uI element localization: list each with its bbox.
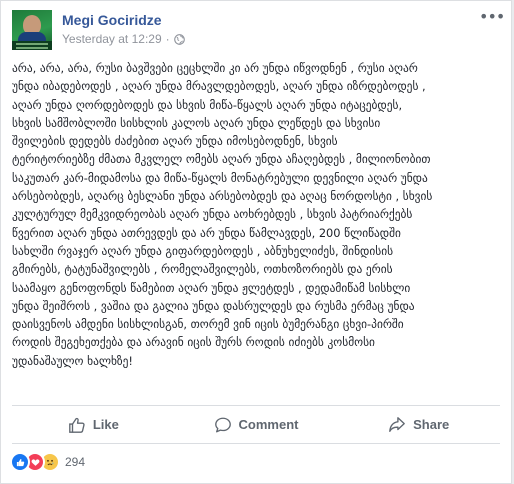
share-button[interactable]: Share bbox=[337, 406, 500, 443]
post-line: არა, არა, არა, რუსი ბავშვები ცეცხლში კი … bbox=[12, 61, 418, 75]
post-line: როდის შეგეხეთქება და არავინ იცის შურს რო… bbox=[12, 335, 375, 350]
reactions-summary[interactable]: 294 bbox=[10, 452, 85, 472]
post-line: სხვის სამშობლოში სისხლის კალოს აღარ უნდა… bbox=[12, 115, 381, 130]
post-line: გმირებს, ტატუნაშვილებს , რომელაშვილებს, … bbox=[12, 262, 393, 277]
post-line: არსებობდეს, აღარც ბესლანი უნდა არსებობდე… bbox=[12, 189, 433, 204]
reaction-count[interactable]: 294 bbox=[65, 455, 85, 469]
post-meta: Yesterday at 12:29 · bbox=[62, 32, 185, 46]
post-line: უნდა იბადებოდეს , აღარ უნდა მრავლდებოდეს… bbox=[12, 79, 426, 94]
share-label: Share bbox=[413, 417, 450, 432]
post-timestamp[interactable]: Yesterday at 12:29 bbox=[62, 32, 162, 46]
post-header: Megi Gociridze Yesterday at 12:29 · ••• bbox=[12, 9, 505, 54]
globe-icon[interactable] bbox=[173, 33, 185, 45]
comment-button[interactable]: Comment bbox=[175, 406, 338, 443]
post-line: წვერით აღარ უნდა ათრევდეს და არ უნდა წამ… bbox=[12, 225, 401, 240]
more-options-icon[interactable]: ••• bbox=[479, 9, 505, 28]
share-arrow-icon bbox=[389, 416, 405, 432]
post-body: არა, არა, არა, რუსი ბავშვები ცეცხლში კი … bbox=[12, 59, 504, 370]
post-line: შვილების დედებს ძაძებით აღარ უნდა იმოსებ… bbox=[12, 134, 338, 149]
post-line: ტერიტორიებზე ძმათა მკვლელ ომებს აღარ უნდ… bbox=[12, 152, 431, 167]
post-actions: Like Comment Share bbox=[12, 405, 500, 444]
like-label: Like bbox=[92, 417, 119, 432]
post-line: აღარ უნდა ღორდებოდეს და სხვის მიწა-წყალს… bbox=[12, 97, 403, 112]
post-line: საამაყო გენოფონდს წამებით აღარ უნდა ჟლეტ… bbox=[12, 280, 411, 295]
like-button[interactable]: Like bbox=[12, 406, 175, 443]
post-line: უნდა შეიშროს , ვაშია და გალია უნდა დასრუ… bbox=[12, 298, 415, 313]
post-card: Megi Gociridze Yesterday at 12:29 · ••• … bbox=[0, 0, 512, 484]
avatar-banner bbox=[12, 41, 52, 50]
author-name[interactable]: Megi Gociridze bbox=[62, 12, 162, 28]
post-line: სახლში რვაჯერ აღარ უნდა გიფარდებოდეს , ა… bbox=[12, 243, 394, 258]
post-line: კულტურულ მემკვიდრეობას აღარ უნდა აოხრებდ… bbox=[12, 207, 413, 222]
meta-separator: · bbox=[165, 32, 170, 46]
post-line: დაისვენოს ამდენი სისხლისგან, თორემ ვინ ი… bbox=[12, 317, 404, 332]
post-line: უდანაშაულო ხალხზე! bbox=[12, 353, 133, 368]
comment-label: Comment bbox=[238, 417, 299, 432]
post-line: საკუთარ კარ-მიდამოსა და მიწა-წყალს მონატ… bbox=[12, 170, 428, 185]
like-icon bbox=[10, 452, 30, 472]
avatar[interactable] bbox=[12, 10, 52, 50]
thumbs-up-icon bbox=[68, 417, 85, 433]
comment-icon bbox=[214, 417, 231, 432]
